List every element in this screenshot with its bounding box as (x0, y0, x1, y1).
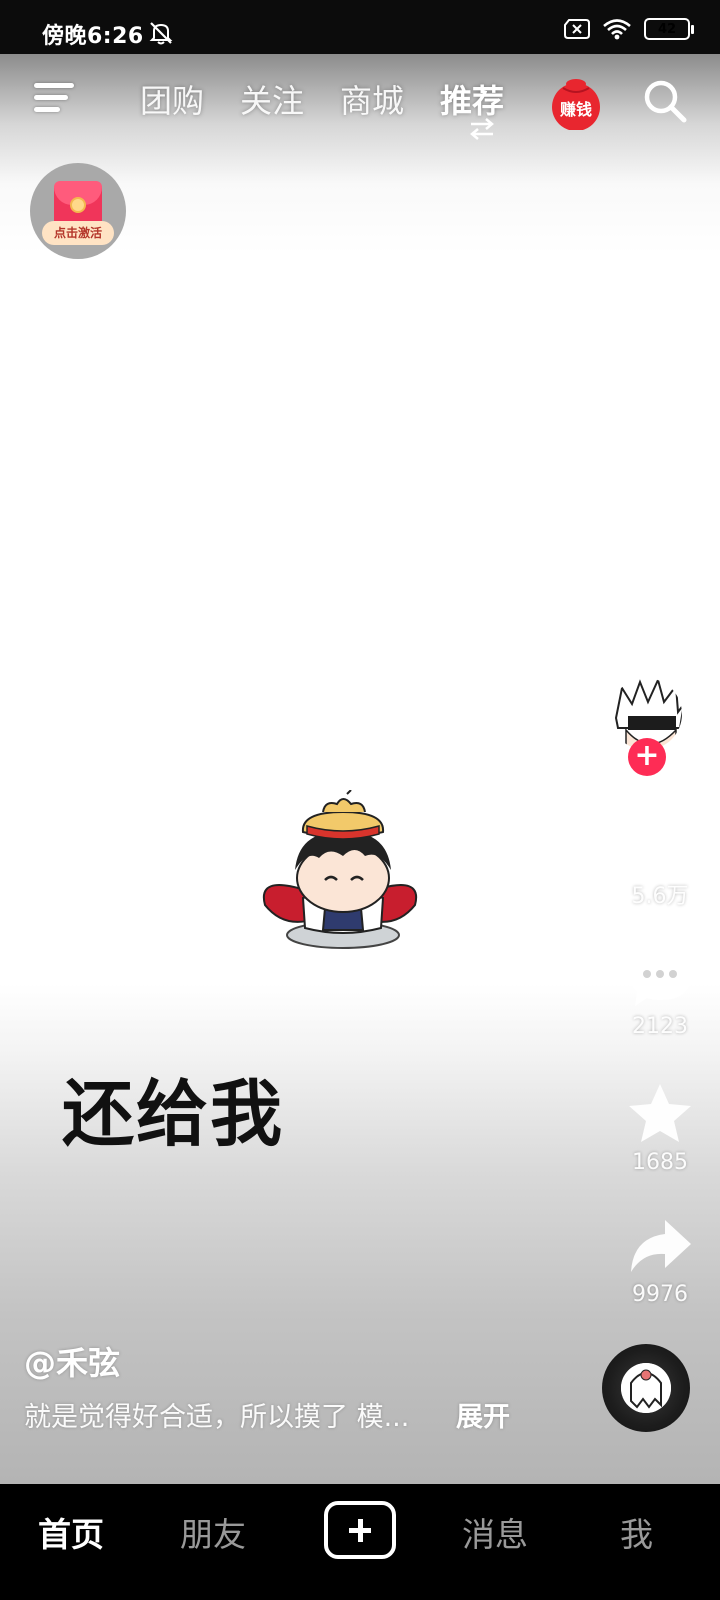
like-count: 5.6万 (631, 884, 689, 909)
battery-level: 42 (657, 21, 677, 37)
share-arrow-icon (631, 1220, 691, 1272)
nav-me[interactable]: 我 (620, 1508, 653, 1556)
nav-home[interactable]: 首页 (38, 1508, 104, 1556)
heart-icon (628, 813, 692, 868)
red-packet-label: 点击激活 (42, 221, 114, 245)
bell-muted-icon (149, 22, 173, 45)
chibi-sticker-image (262, 790, 418, 949)
tab-mall[interactable]: 商城 (340, 76, 404, 122)
tab-following[interactable]: 关注 (240, 76, 304, 122)
star-icon (629, 1084, 691, 1142)
tab-switch-icon[interactable] (467, 118, 497, 140)
follow-button[interactable]: + (628, 738, 666, 776)
comment-count: 2123 (632, 1014, 688, 1039)
share-count: 9976 (632, 1282, 688, 1307)
status-time: 傍晚6:26 (42, 24, 144, 49)
top-nav: 团购 关注 商城 推荐 赚钱 (0, 54, 720, 144)
music-cover-image (621, 1363, 671, 1413)
favorite-count: 1685 (632, 1150, 688, 1175)
share-button[interactable]: 9976 (610, 1216, 710, 1307)
app-screen: 傍晚6:26 42 团购 关注 商城 推荐 赚钱 点击激活 还给我 + 5.6万… (0, 0, 720, 1600)
comment-button[interactable]: 2123 (610, 944, 710, 1039)
video-description[interactable]: 就是觉得好合适，所以摸了 模... (24, 1395, 409, 1434)
status-icons: 42 (564, 18, 694, 40)
favorite-button[interactable]: 1685 (610, 1082, 710, 1175)
wifi-icon (603, 19, 631, 40)
menu-icon[interactable] (34, 80, 78, 116)
nav-friends[interactable]: 朋友 (180, 1508, 246, 1556)
earn-money-label: 赚钱 (559, 100, 592, 119)
like-button[interactable]: 5.6万 (610, 808, 710, 910)
bottom-nav: 首页 朋友 消息 我 (0, 1484, 720, 1600)
video-caption: 还给我 (62, 1072, 285, 1156)
status-bar: 傍晚6:26 42 (0, 0, 720, 54)
earn-money-button[interactable]: 赚钱 (549, 76, 603, 131)
battery-icon: 42 (644, 18, 694, 40)
comment-icon (629, 946, 691, 1006)
create-button[interactable] (324, 1501, 396, 1559)
red-packet-widget[interactable]: 点击激活 (30, 163, 126, 259)
nav-messages[interactable]: 消息 (462, 1508, 528, 1556)
author-name[interactable]: @禾弦 (24, 1338, 120, 1384)
tab-group-buy[interactable]: 团购 (140, 76, 204, 122)
tab-recommend[interactable]: 推荐 (440, 76, 504, 122)
music-disc[interactable] (602, 1344, 690, 1432)
search-icon[interactable] (642, 78, 688, 124)
no-sim-icon (564, 19, 590, 39)
expand-link[interactable]: 展开 (456, 1395, 510, 1434)
